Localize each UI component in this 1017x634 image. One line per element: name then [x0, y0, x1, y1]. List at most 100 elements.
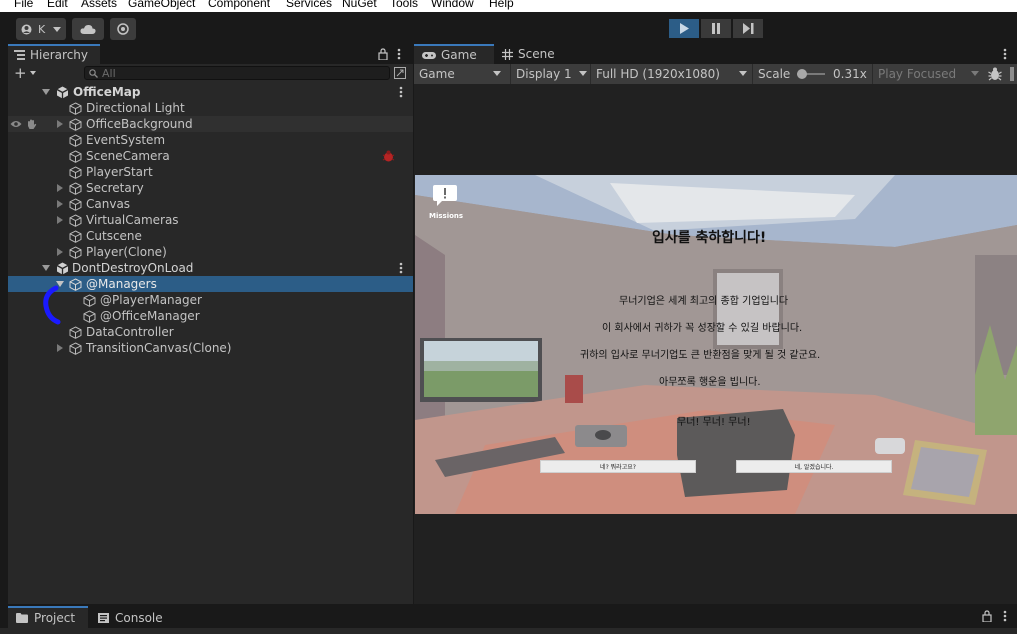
row-transition-canvas[interactable]: TransitionCanvas(Clone) — [8, 340, 413, 356]
collab-button[interactable] — [110, 18, 136, 40]
pause-button[interactable] — [701, 19, 731, 38]
tab-console-label: Console — [115, 611, 163, 625]
menu-tools[interactable]: Tools — [390, 0, 418, 10]
folder-icon — [16, 613, 28, 623]
foldout-arrow[interactable] — [57, 248, 63, 256]
row-secretary[interactable]: Secretary — [8, 180, 413, 196]
gameobject-cube-icon — [69, 278, 82, 291]
foldout-arrow[interactable] — [57, 184, 63, 192]
menu-window[interactable]: Window — [431, 0, 474, 10]
menu-help[interactable]: Help — [489, 0, 514, 10]
tab-project-label: Project — [34, 611, 76, 625]
reply-ok-label: 네, 알겠습니다. — [794, 464, 834, 471]
resolution-dropdown[interactable]: Full HD (1920x1080) — [590, 64, 752, 84]
tab-hierarchy[interactable]: Hierarchy — [8, 44, 100, 64]
tab-console[interactable]: Console — [90, 608, 170, 628]
row-label: @OfficeManager — [100, 309, 200, 323]
row-label: Cutscene — [86, 229, 142, 243]
row-directional-light[interactable]: Directional Light — [8, 100, 413, 116]
gameobject-cube-icon — [69, 182, 82, 195]
bug-icon[interactable] — [988, 67, 1002, 81]
row-player-manager[interactable]: @PlayerManager — [8, 292, 413, 308]
row-virtual-cameras[interactable]: VirtualCameras — [8, 212, 413, 228]
foldout-arrow[interactable] — [57, 216, 63, 224]
tab-project[interactable]: Project — [8, 606, 88, 628]
gameobject-cube-icon — [69, 214, 82, 227]
account-dropdown[interactable]: K — [16, 18, 66, 40]
dialog-line-2: 이 회사에서 귀하가 꼭 성장할 수 있길 바랍니다. — [602, 323, 803, 334]
row-data-controller[interactable]: DataController — [8, 324, 413, 340]
slider-thumb[interactable] — [797, 69, 807, 79]
play-mode-dropdown[interactable]: Play Focused — [872, 64, 982, 84]
step-button[interactable] — [733, 19, 763, 38]
row-managers[interactable]: @Managers — [8, 276, 413, 292]
menu-file[interactable]: File — [14, 0, 33, 10]
scale-slider[interactable]: Scale 0.31x — [752, 64, 872, 84]
kebab-menu-icon[interactable] — [1003, 48, 1007, 60]
cloud-button[interactable] — [72, 18, 104, 40]
gameobject-cube-icon — [69, 134, 82, 147]
foldout-arrow[interactable] — [42, 265, 50, 271]
reply-ok-button[interactable]: 네, 알겠습니다. — [736, 460, 892, 473]
foldout-arrow[interactable] — [57, 120, 63, 128]
display-label: Display 1 — [516, 67, 572, 81]
scene-dont-destroy-on-load[interactable]: DontDestroyOnLoad — [8, 260, 413, 276]
resolution-label: Full HD (1920x1080) — [596, 67, 720, 81]
lock-icon[interactable] — [378, 48, 388, 60]
scene-visibility-icon[interactable] — [394, 67, 406, 79]
search-placeholder: All — [102, 66, 116, 80]
gameobject-cube-icon — [69, 342, 82, 355]
reply-what-button[interactable]: 네? 뭐라고요? — [540, 460, 696, 473]
menu-assets[interactable]: Assets — [81, 0, 117, 10]
create-dropdown[interactable]: + — [14, 66, 40, 81]
mission-bubble-icon[interactable] — [433, 185, 457, 207]
pause-icon — [712, 23, 720, 34]
lock-icon[interactable] — [982, 610, 992, 622]
dialog-heading: 입사를 축하합니다! — [652, 230, 767, 246]
gameobject-cube-icon — [69, 246, 82, 259]
row-canvas[interactable]: Canvas — [8, 196, 413, 212]
row-player-start[interactable]: PlayerStart — [8, 164, 413, 180]
menu-nuget[interactable]: NuGet — [342, 0, 377, 10]
row-scene-camera[interactable]: SceneCamera — [8, 148, 413, 164]
row-event-system[interactable]: EventSystem — [8, 132, 413, 148]
row-label: OfficeMap — [73, 85, 141, 99]
hierarchy-panel: Hierarchy + All OfficeMap Directional Li… — [8, 44, 413, 604]
display-dropdown[interactable]: Display 1 — [510, 64, 588, 84]
search-input[interactable]: All — [84, 66, 390, 80]
foldout-arrow[interactable] — [42, 89, 50, 95]
pickable-hand-icon[interactable] — [26, 119, 37, 130]
chevron-down-icon — [579, 71, 587, 76]
menu-edit[interactable]: Edit — [47, 0, 68, 10]
kebab-menu-icon[interactable] — [397, 48, 401, 60]
view-mode-dropdown[interactable]: Game — [419, 64, 505, 84]
game-viewport[interactable]: Missions 입사를 축하합니다! 무너기업은 세계 최고의 종합 기업입니… — [415, 175, 1017, 514]
kebab-menu-icon[interactable] — [399, 262, 403, 274]
visibility-eye-icon[interactable] — [10, 120, 22, 128]
menu-services[interactable]: Services — [286, 0, 332, 10]
scene-officemap[interactable]: OfficeMap — [8, 84, 413, 100]
gameobject-cube-icon — [69, 118, 82, 131]
chevron-down-icon — [971, 71, 979, 76]
kebab-menu-icon[interactable] — [399, 86, 403, 98]
annotation-mark — [43, 285, 61, 325]
row-office-manager[interactable]: @OfficeManager — [8, 308, 413, 324]
row-office-background[interactable]: OfficeBackground — [8, 116, 413, 132]
foldout-arrow[interactable] — [57, 200, 63, 208]
menu-gameobject[interactable]: GameObject — [128, 0, 195, 10]
menu-component[interactable]: Component — [208, 0, 270, 10]
foldout-arrow[interactable] — [57, 344, 63, 352]
tab-game[interactable]: Game — [414, 44, 494, 64]
search-icon — [89, 68, 98, 78]
menu-bar: File Edit Assets GameObject Component Se… — [0, 0, 1017, 12]
row-label: @Managers — [86, 277, 157, 291]
kebab-menu-icon[interactable] — [1003, 610, 1007, 622]
unity-scene-icon — [56, 86, 69, 99]
row-cutscene[interactable]: Cutscene — [8, 228, 413, 244]
row-player-clone[interactable]: Player(Clone) — [8, 244, 413, 260]
tab-scene[interactable]: Scene — [494, 44, 574, 64]
row-label: Secretary — [86, 181, 144, 195]
step-icon — [743, 23, 754, 34]
play-button[interactable] — [669, 19, 699, 38]
row-label: @PlayerManager — [100, 293, 202, 307]
